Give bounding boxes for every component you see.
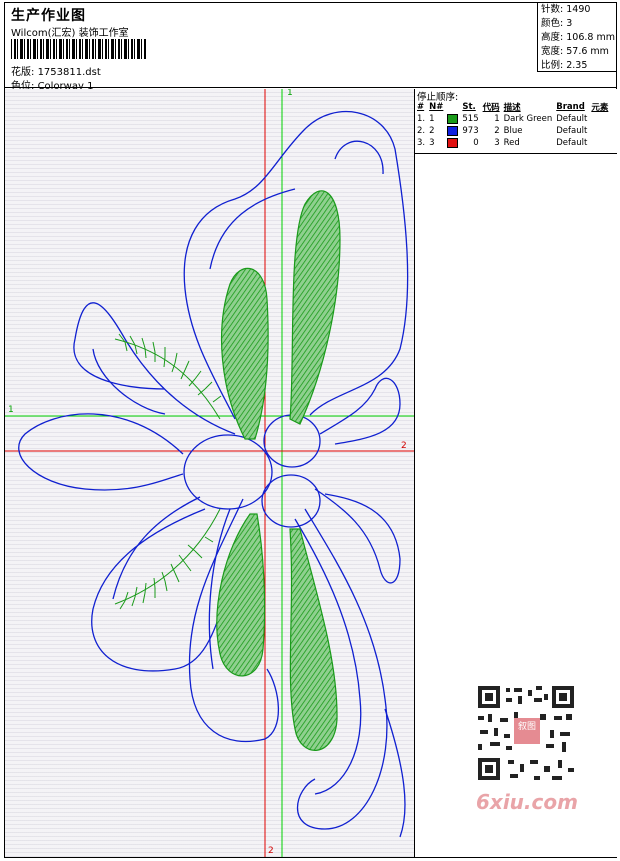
panel-divider xyxy=(415,153,617,154)
color-swatch xyxy=(447,125,459,136)
stop-sequence-table: # N# St. 代码 描述 Brand 元素 1. 1 515 1 Dark … xyxy=(415,101,610,149)
stat-scale: 比例: 2.35 xyxy=(541,60,588,71)
color-swatch xyxy=(447,113,459,124)
company-name: Wilcom(汇宏) 装饰工作室 xyxy=(11,28,129,39)
table-row[interactable]: 2. 2 973 2 Blue Default xyxy=(415,125,610,137)
stats-box: 针数: 1490 颜色: 3 高度: 106.8 mm 宽度: 57.6 mm … xyxy=(537,2,617,72)
col-swatch xyxy=(445,101,460,113)
file-line: 花版: 1753811.dst xyxy=(11,63,101,78)
col-number: N# xyxy=(429,102,444,112)
color-swatch xyxy=(447,137,459,148)
col-element: 元素 xyxy=(591,103,609,113)
embroidery-design xyxy=(5,89,414,857)
qr-code-image xyxy=(470,680,582,788)
blue-outlines xyxy=(18,110,409,838)
header: 生产作业图 Wilcom(汇宏) 装饰工作室 花版: 1753811.dst 色… xyxy=(4,2,617,92)
col-code: 代码 xyxy=(482,103,500,113)
qr-badge-label: 叙图 xyxy=(517,722,536,732)
axis-label-red-bottom: 2 xyxy=(268,846,274,856)
col-index: # xyxy=(417,102,425,112)
table-row[interactable]: 1. 1 515 1 Dark Green Default xyxy=(415,113,610,125)
stat-height: 高度: 106.8 mm xyxy=(541,32,615,43)
axis-label-green-left: 1 xyxy=(8,405,14,415)
design-canvas[interactable]: 1 1 2 2 xyxy=(5,89,415,857)
table-row[interactable]: 3. 3 0 3 Red Default xyxy=(415,137,610,149)
stat-colors: 颜色: 3 xyxy=(541,18,573,29)
sheet-title: 生产作业图 xyxy=(11,8,86,24)
axis-label-red-right: 2 xyxy=(401,441,407,451)
green-fill-petals xyxy=(216,190,341,751)
axis-label-green-top: 1 xyxy=(287,89,293,98)
qr-code: 叙图 xyxy=(470,680,582,788)
col-stitches: St. xyxy=(462,102,476,112)
col-description: 描述 xyxy=(503,103,521,113)
watermark-text: 6xiu.com xyxy=(476,790,578,814)
fern-fronds xyxy=(114,333,222,610)
stat-width: 宽度: 57.6 mm xyxy=(541,46,609,57)
col-brand: Brand xyxy=(556,102,585,112)
table-header-row: # N# St. 代码 描述 Brand 元素 xyxy=(415,101,610,113)
stat-stitches: 针数: 1490 xyxy=(541,4,591,15)
barcode xyxy=(11,39,146,59)
